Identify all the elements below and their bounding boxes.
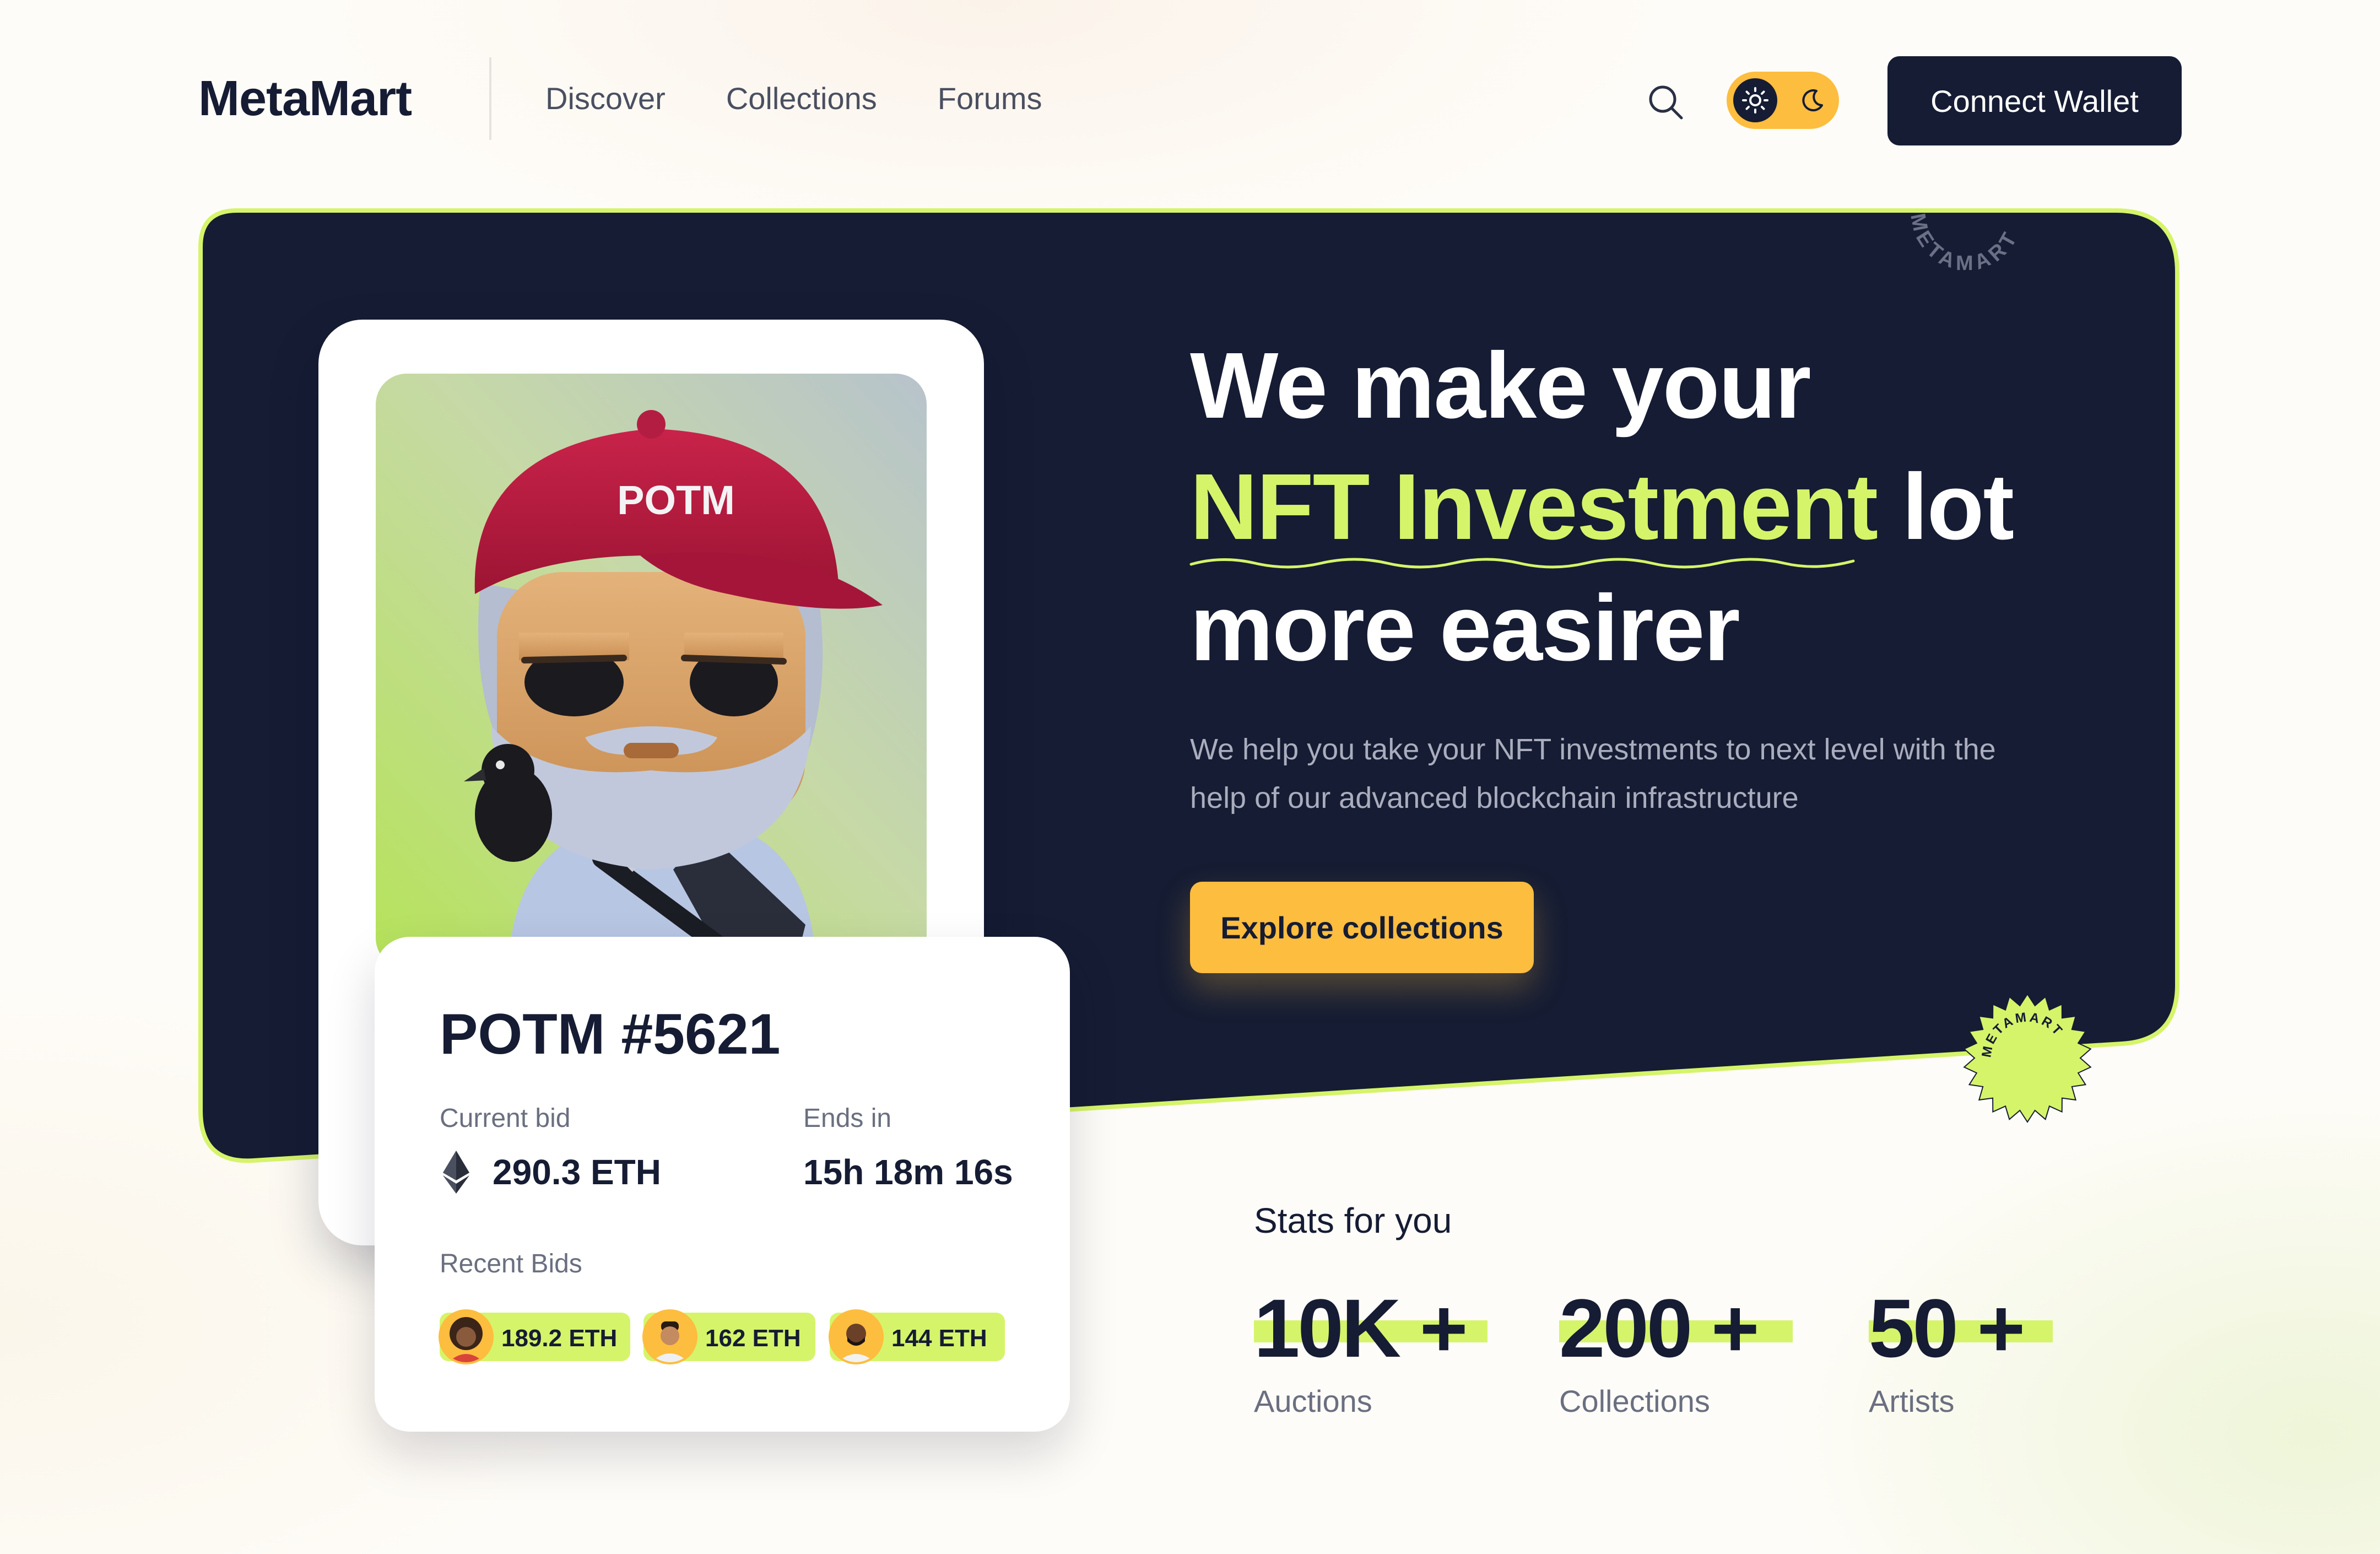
hero-title-highlight: NFT Investment [1190, 455, 1878, 559]
hero-title-line2: NFT Investment lot [1190, 446, 2127, 568]
hero-title-line2-rest: lot [1902, 455, 2014, 559]
main-nav: Discover Collections Forums [545, 80, 1042, 116]
avatar [829, 1309, 884, 1364]
stat-collections: 200 + Collections [1559, 1282, 1793, 1418]
hero-subtitle: We help you take your NFT investments to… [1190, 733, 1996, 814]
stat-auctions: 10K + Auctions [1254, 1282, 1488, 1418]
moon-icon[interactable] [1791, 78, 1835, 122]
connect-wallet-button[interactable]: Connect Wallet [1887, 56, 2182, 145]
ends-in-value: 15h 18m 16s [803, 1152, 1013, 1192]
search-icon[interactable] [1646, 83, 1685, 121]
theme-toggle[interactable] [1727, 72, 1839, 129]
auction-card[interactable]: POTM #5621 Current bid 290.3 ETH Ends in… [375, 937, 1070, 1432]
recent-bid-pill[interactable]: 144 ETH [829, 1309, 1005, 1364]
recent-bid-amount: 162 ETH [705, 1325, 801, 1352]
recent-bid-amount: 144 ETH [891, 1325, 987, 1352]
stats-title: Stats for you [1254, 1201, 1452, 1240]
squiggle-underline-icon [1189, 558, 1855, 569]
stat-label: Artists [1869, 1384, 1955, 1418]
nft-name: POTM #5621 [440, 1002, 781, 1066]
stat-value: 50 + [1869, 1282, 2025, 1374]
stat-value: 10K + [1254, 1282, 1468, 1374]
recent-bid-amount: 189.2 ETH [501, 1325, 618, 1352]
current-bid-value: 290.3 ETH [493, 1152, 661, 1192]
stat-value: 200 + [1559, 1282, 1760, 1374]
stat-label: Auctions [1254, 1384, 1372, 1418]
svg-text:METAMART: METAMART [1906, 212, 2024, 275]
recent-bid-pill[interactable]: 189.2 ETH [439, 1309, 630, 1364]
avatar [439, 1309, 494, 1364]
badge-text: METAMART [1906, 212, 2019, 275]
ethereum-icon [443, 1151, 469, 1194]
nav-divider [489, 57, 491, 140]
metamart-star-badge-icon: METAMART [1963, 993, 2092, 1123]
hero-title-line1: We make your [1190, 333, 1811, 438]
cap-logo-text: POTM [617, 477, 735, 523]
hero-title-line3: more easirer [1190, 576, 1740, 681]
metamart-rotating-badge-icon: METAMART [1906, 212, 2024, 275]
hero-title: We make your NFT Investment lot more eas… [1190, 325, 2127, 689]
brand-logo[interactable]: MetaMart [198, 71, 412, 127]
nav-link-discover[interactable]: Discover [545, 80, 666, 116]
avatar [642, 1309, 697, 1364]
ends-in-label: Ends in [803, 1104, 892, 1133]
stat-label: Collections [1559, 1384, 1710, 1418]
current-bid-label: Current bid [440, 1104, 571, 1133]
nft-artwork[interactable]: POTM [376, 374, 927, 969]
nav-link-collections[interactable]: Collections [726, 80, 877, 116]
recent-bid-pill[interactable]: 162 ETH [642, 1309, 815, 1364]
nav-link-forums[interactable]: Forums [938, 80, 1042, 116]
explore-collections-button[interactable]: Explore collections [1190, 882, 1534, 973]
stat-artists: 50 + Artists [1869, 1282, 2053, 1418]
sun-icon[interactable] [1733, 78, 1777, 122]
recent-bids-label: Recent Bids [440, 1249, 582, 1278]
